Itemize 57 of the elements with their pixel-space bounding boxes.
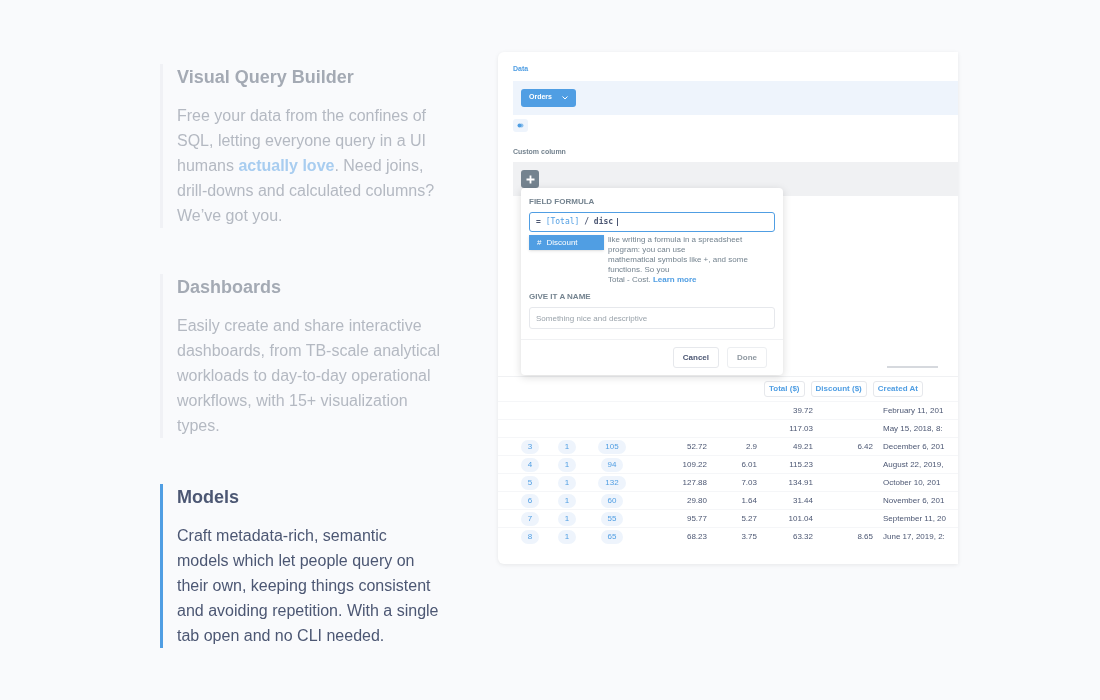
- table-cell: August 22, 2019,: [883, 459, 944, 469]
- join-icon: [517, 122, 524, 128]
- table-cell: 127.88: [682, 477, 707, 487]
- table-cell: 49.21: [792, 441, 813, 451]
- table-cell: 8.65: [857, 531, 873, 541]
- table-cell: October 10, 201: [883, 477, 941, 487]
- table-cell: 2.9: [745, 441, 757, 451]
- formula-input[interactable]: = [Total] / disc: [529, 212, 775, 232]
- table-cell: May 15, 2018, 8:: [883, 423, 943, 433]
- table-cell: 63.32: [792, 531, 813, 541]
- help-text: Total - Cost. Learn more: [608, 275, 698, 285]
- table-cell: 68.23: [686, 531, 707, 541]
- feature-title[interactable]: Dashboards: [177, 274, 440, 301]
- table-cell: February 11, 201: [883, 405, 944, 415]
- table-cell: 29.80: [686, 495, 707, 505]
- table-cell: 1.64: [741, 495, 757, 505]
- cancel-button[interactable]: Cancel: [672, 347, 719, 368]
- field-label: GIVE IT A NAME: [529, 291, 592, 303]
- add-button[interactable]: [521, 170, 539, 188]
- feature-title[interactable]: Models: [177, 484, 440, 511]
- column-header[interactable]: Created At: [872, 381, 923, 397]
- table-cell: November 6, 201: [883, 495, 945, 505]
- table-cell: 117.03: [789, 423, 813, 433]
- number-icon: #: [537, 236, 542, 249]
- table-cell: 3.75: [741, 531, 757, 541]
- learn-more-link[interactable]: Learn more: [652, 275, 697, 284]
- table-cell: June 17, 2019, 2:: [883, 531, 945, 541]
- table-cell: 95.77: [686, 513, 707, 523]
- field-label: FIELD FORMULA: [529, 196, 596, 208]
- table-cell: 109.22: [682, 459, 707, 469]
- table-cell: 7.03: [741, 477, 757, 487]
- name-input[interactable]: Something nice and descriptive: [529, 307, 775, 329]
- formula-text: = [Total] / disc: [536, 216, 614, 228]
- table-cell: 52.72: [686, 441, 707, 451]
- table-cell: 31.44: [792, 495, 813, 505]
- chevron-down-icon: [561, 95, 568, 100]
- plus-icon: [525, 174, 535, 184]
- suggestion-label: Discount: [546, 236, 578, 249]
- table-cell: 39.72: [792, 405, 813, 415]
- table-cell: 5.27: [741, 513, 757, 523]
- table-cell: 115.23: [789, 459, 813, 469]
- actually-love-link[interactable]: actually love: [238, 157, 335, 174]
- feature-description: Easily create and share interactive dashboards, from TB-scale analytical workloads to day-to-day operational workflows, with 15+ visualization types.: [177, 316, 440, 436]
- feature-description: Free your data from the confines of SQL, letting everyone query in a UI humans actually love. Need joins, drill-downs and calculated columns? We’ve got you.: [177, 106, 436, 226]
- table-cell: December 6, 201: [883, 441, 945, 451]
- table-cell: 134.91: [788, 477, 813, 487]
- table-cell: September 11, 20: [883, 513, 946, 523]
- table-cell: 6.42: [857, 441, 873, 451]
- table-cell: 6.01: [741, 459, 757, 469]
- feature-title[interactable]: Visual Query Builder: [177, 64, 440, 91]
- help-text: mathematical symbols like +, and some functions. So you: [608, 255, 749, 275]
- feature-description: Craft metadata-rich, semantic models which let people query on their own, keeping things consistent and avoiding repetition. With a single tab open and no CLI needed.: [177, 526, 440, 646]
- table-cell: 101.04: [788, 513, 813, 523]
- column-header[interactable]: Discount ($): [810, 381, 867, 397]
- column-header[interactable]: Total ($): [764, 381, 805, 397]
- scrollbar: [887, 366, 938, 368]
- suggestion-item[interactable]: # Discount: [529, 235, 604, 250]
